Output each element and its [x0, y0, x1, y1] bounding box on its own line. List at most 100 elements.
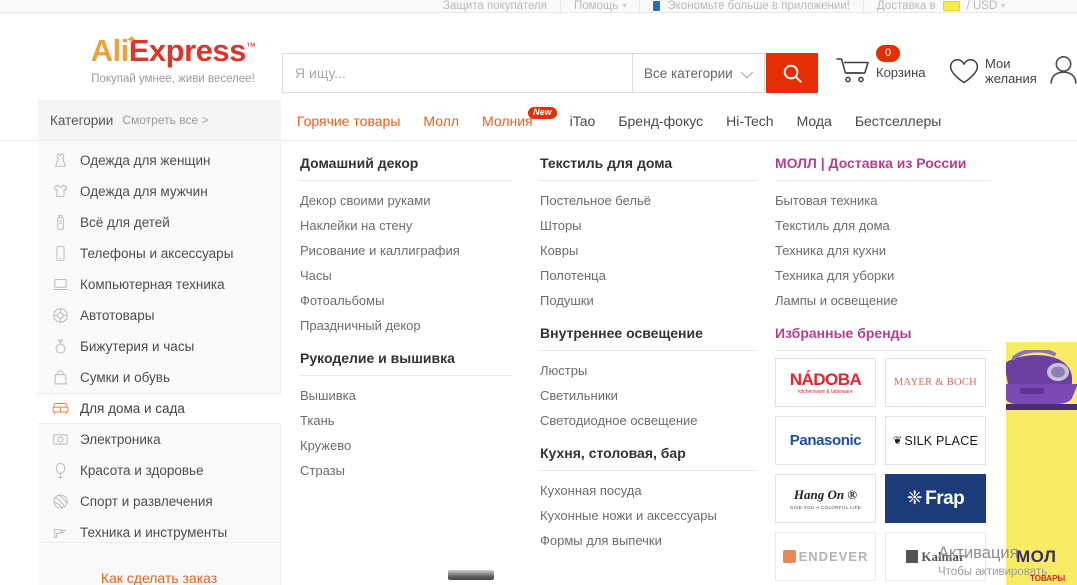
sidebar-item-2[interactable]: Одежда для мужчин: [38, 176, 280, 207]
endever-mark-icon: [782, 550, 796, 563]
nav-item-label: Горячие товары: [297, 112, 401, 129]
brand-tile-2[interactable]: MAYER & BOCH: [885, 358, 986, 407]
flyout-link[interactable]: Постельное бельё: [540, 188, 756, 213]
nav-item-lightning[interactable]: Молния New: [482, 106, 557, 129]
flyout-link[interactable]: Светодиодное освещение: [540, 408, 756, 433]
flyout-link[interactable]: Стразы: [300, 458, 512, 483]
flyout-link[interactable]: Бытовая техника: [775, 188, 991, 213]
sofa-icon: [52, 400, 69, 417]
sidebar-item-label: Техника и инструменты: [80, 525, 228, 540]
flyout-link[interactable]: Текстиль для дома: [775, 213, 991, 238]
brand-tile-8[interactable]: Kalmar: [885, 532, 986, 581]
sidebar-item-7[interactable]: Бижутерия и часы: [38, 331, 280, 362]
nav-item-bestsellers[interactable]: Бестселлеры: [855, 113, 942, 129]
flyout-link[interactable]: Рисование и каллиграфия: [300, 238, 512, 263]
sidebar-item-10[interactable]: Электроника: [38, 424, 280, 455]
flyout-link[interactable]: Часы: [300, 263, 512, 288]
sidebar-item-11[interactable]: Красота и здоровье: [38, 455, 280, 486]
sidebar-item-4[interactable]: Телефоны и аксессуары: [38, 238, 280, 269]
promo-banner[interactable]: МОЛ ТОВАРЫ: [1006, 342, 1077, 585]
flyout-group-title[interactable]: Кухня, столовая, бар: [540, 445, 756, 471]
aliexpress-homepage: Защита покупателя Помощь ▾ Экономьте бол…: [0, 0, 1077, 585]
flyout-link[interactable]: Лампы и освещение: [775, 288, 991, 313]
sidebar-item-5[interactable]: Компьютерная техника: [38, 269, 280, 300]
sidebar-see-all-link[interactable]: Смотреть все >: [122, 113, 208, 127]
flyout-group-title[interactable]: Внутреннее освещение: [540, 325, 756, 351]
topbar-item-app-promo[interactable]: Экономьте больше в приложении!: [639, 0, 862, 12]
cart-button[interactable]: 0 Корзина: [836, 45, 926, 89]
brand-tile-5[interactable]: Hang On ® GIVE YOU A COLORFUL LIFE: [775, 474, 876, 523]
flyout-link[interactable]: Фотоальбомы: [300, 288, 512, 313]
site-logo[interactable]: ✦ AliExpress™ Покупай умнее, живи веселее…: [78, 32, 268, 85]
flyout-link[interactable]: Кружево: [300, 433, 512, 458]
flyout-link[interactable]: Люстры: [540, 358, 756, 383]
flyout-link[interactable]: Полотенца: [540, 263, 756, 288]
sidebar-item-3[interactable]: Всё для детей: [38, 207, 280, 238]
wishlist-button[interactable]: Мои желания: [949, 56, 1037, 87]
flyout-link[interactable]: Светильники: [540, 383, 756, 408]
chevron-down-icon: ▾: [1001, 1, 1006, 10]
flyout-column-3: МОЛЛ | Доставка из России Бытовая техника…: [775, 155, 991, 581]
nav-item-label: Hi-Tech: [726, 112, 774, 129]
chevron-down-icon: ▾: [622, 1, 627, 10]
flyout-column-2: Текстиль для дома Постельное бельё Шторы Ко…: [540, 155, 756, 565]
new-badge: New: [528, 106, 557, 120]
flyout-link[interactable]: Подушки: [540, 288, 756, 313]
flyout-link[interactable]: Вышивка: [300, 383, 512, 408]
sidebar-item-8[interactable]: Сумки и обувь: [38, 362, 280, 393]
flyout-link[interactable]: Кухонная посуда: [540, 478, 756, 503]
flyout-link[interactable]: Праздничный декор: [300, 313, 512, 338]
flyout-link[interactable]: Техника для кухни: [775, 238, 991, 263]
flyout-link[interactable]: Ковры: [540, 238, 756, 263]
sparkle-icon: ✦: [126, 32, 137, 47]
flyout-link[interactable]: Наклейки на стену: [300, 213, 512, 238]
brand-name: ❦ SILK PLACE: [893, 433, 978, 448]
brand-tile-7[interactable]: ENDEVER: [775, 532, 876, 581]
nav-item-label: iTao: [569, 112, 596, 129]
search-input[interactable]: [283, 54, 632, 92]
brand-tile-6[interactable]: ❈ Frap: [885, 474, 986, 523]
flyout-group-title[interactable]: Домашний декор: [300, 155, 512, 181]
flyout-link[interactable]: Шторы: [540, 213, 756, 238]
nav-item-hi-tech[interactable]: Hi-Tech: [726, 113, 773, 129]
category-select[interactable]: Все категории: [632, 53, 765, 93]
brand-tile-3[interactable]: Panasonic: [775, 416, 876, 465]
nav-item-itao[interactable]: iTao: [570, 113, 596, 129]
flyout-group-title[interactable]: Текстиль для дома: [540, 155, 756, 181]
chevron-down-icon: [740, 65, 754, 78]
top-utility-items: Защита покупателя Помощь ▾ Экономьте бол…: [430, 0, 1018, 12]
account-button[interactable]: [1050, 55, 1077, 84]
topbar-item-label: Защита покупателя: [443, 0, 547, 12]
nav-item-mall[interactable]: Молл: [423, 113, 459, 129]
sidebar-item-label: Сумки и обувь: [80, 370, 171, 385]
nav-item-fashion[interactable]: Мода: [797, 113, 832, 129]
brand-tile-4[interactable]: ❦ SILK PLACE: [885, 416, 986, 465]
topbar-item-buyer-protection[interactable]: Защита покупателя: [430, 0, 560, 12]
search-box[interactable]: [282, 53, 632, 93]
sidebar-item-6[interactable]: Автотовары: [38, 300, 280, 331]
flyout-link[interactable]: Техника для уборки: [775, 263, 991, 288]
topbar-item-label: Экономьте больше в приложении!: [667, 0, 850, 12]
bag-icon: [52, 369, 69, 386]
sidebar-footer: Как сделать заказ: [38, 542, 281, 585]
how-to-order-link[interactable]: Как сделать заказ: [101, 570, 217, 585]
sidebar-item-12[interactable]: Спорт и развлечения: [38, 486, 280, 517]
topbar-item-ship-to[interactable]: Доставка в / USD ▾: [862, 0, 1018, 12]
flyout-group-title[interactable]: Рукоделие и вышивка: [300, 350, 512, 376]
flyout-link[interactable]: Ткань: [300, 408, 512, 433]
flyout-group-title[interactable]: МОЛЛ | Доставка из России: [775, 155, 991, 181]
flyout-link[interactable]: Формы для выпечки: [540, 528, 756, 553]
brand-tile-1[interactable]: NÁDOBA kitchenware & tableware: [775, 358, 876, 407]
sidebar-item-9[interactable]: Для дома и сада: [38, 393, 282, 424]
nav-item-hot-products[interactable]: Горячие товары: [297, 113, 400, 129]
topbar-item-currency: / USD: [966, 0, 998, 12]
flyout-link[interactable]: Кухонные ножи и аксессуары: [540, 503, 756, 528]
nav-item-brand-focus[interactable]: Бренд-фокус: [618, 113, 703, 129]
nav-item-label: Бренд-фокус: [618, 112, 704, 129]
topbar-item-help[interactable]: Помощь ▾: [559, 0, 639, 12]
sidebar-item-1[interactable]: Одежда для женщин: [38, 145, 280, 176]
flyout-link[interactable]: Декор своими руками: [300, 188, 512, 213]
promo-headline: МОЛ: [1016, 547, 1057, 566]
search-button[interactable]: [766, 53, 818, 93]
phone-icon: [52, 245, 69, 262]
